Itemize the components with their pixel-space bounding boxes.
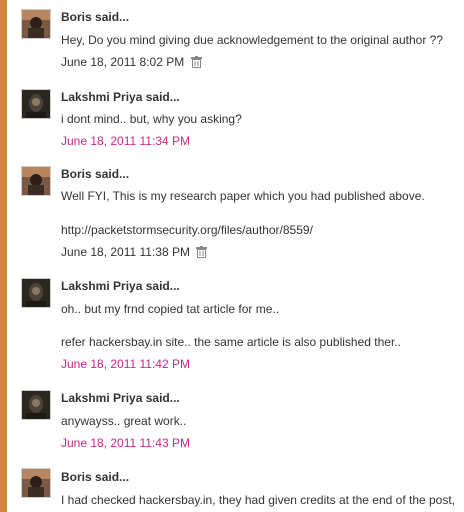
comment-timestamp: June 18, 2011 11:43 PM xyxy=(61,436,190,450)
boris-avatar-icon[interactable] xyxy=(21,9,51,39)
comment-author: Lakshmi Priya said... xyxy=(61,391,180,405)
comment-author: Boris said... xyxy=(61,10,129,24)
timestamp-link[interactable]: June 18, 2011 8:02 PM xyxy=(61,55,184,69)
lakshmi-avatar-icon[interactable] xyxy=(21,89,51,119)
comment-timestamp: June 18, 2011 8:02 PM xyxy=(61,55,202,71)
comment-body-line: Well FYI, This is my research paper whic… xyxy=(61,189,425,203)
timestamp-link[interactable]: June 18, 2011 11:42 PM xyxy=(61,357,190,371)
boris-avatar-icon[interactable] xyxy=(21,166,51,196)
comment-author: Boris said... xyxy=(61,470,129,484)
comment-timestamp: June 18, 2011 11:34 PM xyxy=(61,134,190,148)
boris-avatar-icon[interactable] xyxy=(21,468,51,498)
comment-author: Boris said... xyxy=(61,167,129,181)
said-label: said... xyxy=(145,279,180,293)
timestamp-link[interactable]: June 18, 2011 11:34 PM xyxy=(61,134,190,148)
comment-body-line: http://packetstormsecurity.org/files/aut… xyxy=(61,223,313,237)
author-name[interactable]: Lakshmi Priya xyxy=(61,90,142,104)
comment-body-line: oh.. but my frnd copied tat article for … xyxy=(61,302,280,316)
said-label: said... xyxy=(145,391,180,405)
comment-timestamp: June 18, 2011 11:38 PM xyxy=(61,245,208,261)
comment-author: Lakshmi Priya said... xyxy=(61,90,180,104)
comment-body-line: I had checked hackersbay.in, they had gi… xyxy=(61,493,456,507)
author-name[interactable]: Lakshmi Priya xyxy=(61,391,142,405)
timestamp-link[interactable]: June 18, 2011 11:38 PM xyxy=(61,245,190,259)
author-name[interactable]: Boris xyxy=(61,470,92,484)
author-name[interactable]: Boris xyxy=(61,167,92,181)
comment-timestamp: June 18, 2011 11:42 PM xyxy=(61,357,190,371)
trash-icon[interactable] xyxy=(196,246,208,261)
said-label: said... xyxy=(145,90,180,104)
comment-body-line: anywayss.. great work.. xyxy=(61,414,187,428)
comment-body-line: refer hackersbay.in site.. the same arti… xyxy=(61,335,401,349)
said-label: said... xyxy=(95,470,130,484)
author-name[interactable]: Boris xyxy=(61,10,92,24)
comment-body-line: Hey, Do you mind giving due acknowledgem… xyxy=(61,33,444,47)
comment-body-line: i dont mind.. but, why you asking? xyxy=(61,112,242,126)
lakshmi-avatar-icon[interactable] xyxy=(21,278,51,308)
left-accent-bar xyxy=(0,0,7,512)
said-label: said... xyxy=(95,10,130,24)
timestamp-link[interactable]: June 18, 2011 11:43 PM xyxy=(61,436,190,450)
said-label: said... xyxy=(95,167,130,181)
lakshmi-avatar-icon[interactable] xyxy=(21,390,51,420)
comment-author: Lakshmi Priya said... xyxy=(61,279,180,293)
author-name[interactable]: Lakshmi Priya xyxy=(61,279,142,293)
trash-icon[interactable] xyxy=(190,56,202,71)
